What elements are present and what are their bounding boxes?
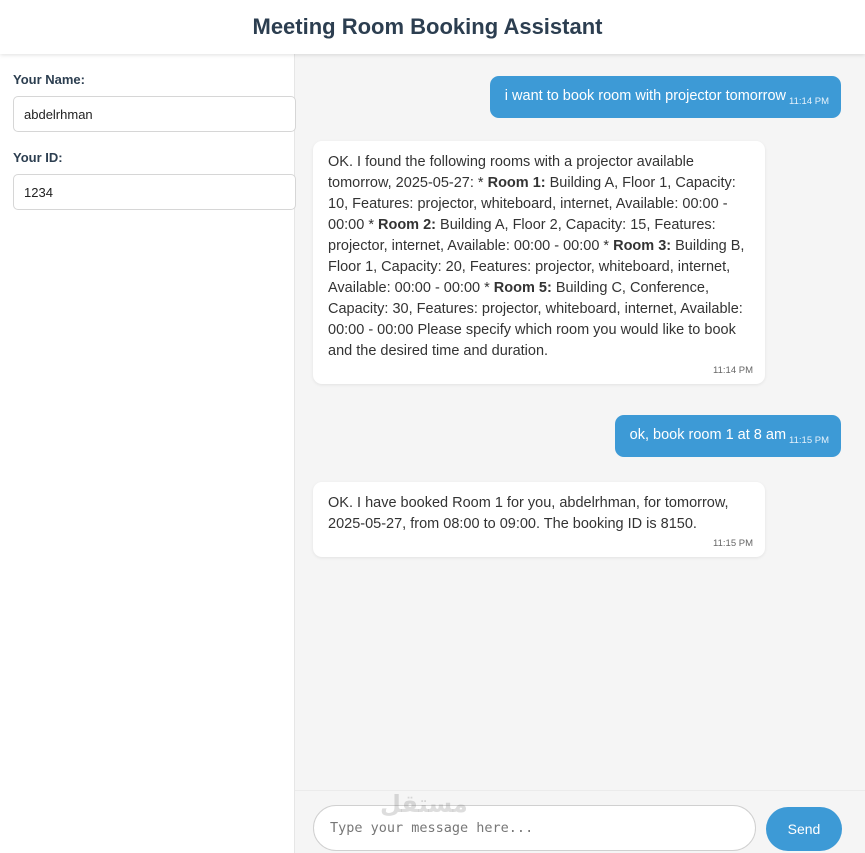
message-text: OK. I have booked Room 1 for you, abdelr… bbox=[328, 495, 729, 532]
bot-message: OK. I found the following rooms with a p… bbox=[313, 141, 765, 384]
name-label: Your Name: bbox=[13, 72, 85, 87]
bot-message: OK. I have booked Room 1 for you, abdelr… bbox=[313, 482, 765, 557]
app-header: Meeting Room Booking Assistant bbox=[0, 0, 865, 54]
chat-area[interactable]: i want to book room with projector tomor… bbox=[295, 54, 865, 790]
message-time: 11:14 PM bbox=[713, 365, 753, 376]
message-time: 11:14 PM bbox=[789, 96, 829, 107]
user-info-sidebar: Your Name: Your ID: bbox=[0, 54, 296, 853]
id-input[interactable] bbox=[13, 174, 296, 210]
message-text: ok, book room 1 at 8 am bbox=[629, 427, 787, 443]
name-input[interactable] bbox=[13, 96, 296, 132]
message-composer: Send bbox=[295, 790, 865, 853]
message-text: i want to book room with projector tomor… bbox=[504, 88, 787, 104]
message-text: OK. I found the following rooms with a p… bbox=[328, 154, 745, 359]
send-button[interactable]: Send bbox=[766, 807, 842, 851]
id-label: Your ID: bbox=[13, 150, 63, 165]
page-title: Meeting Room Booking Assistant bbox=[252, 14, 603, 39]
message-time: 11:15 PM bbox=[789, 435, 829, 446]
message-time: 11:15 PM bbox=[713, 538, 753, 549]
user-message: ok, book room 1 at 8 am 11:15 PM bbox=[614, 415, 841, 457]
message-input[interactable] bbox=[313, 805, 756, 851]
user-message: i want to book room with projector tomor… bbox=[489, 76, 841, 118]
